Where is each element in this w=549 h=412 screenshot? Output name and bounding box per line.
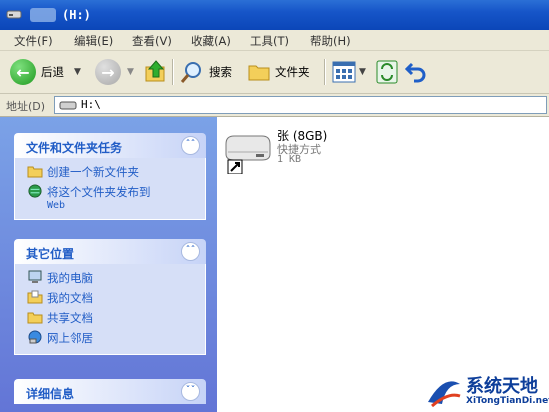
back-button[interactable]: ← 后退 ▼ xyxy=(10,57,81,87)
menu-tools[interactable]: 工具(T) xyxy=(250,33,289,49)
network-icon xyxy=(28,330,42,344)
search-button[interactable]: 搜索 xyxy=(180,57,232,87)
drive-icon xyxy=(59,101,77,110)
views-icon xyxy=(332,61,356,83)
blurred-title-part xyxy=(30,8,56,22)
tasks-panel-header[interactable]: 文件和文件夹任务 ˆˆ xyxy=(14,133,206,158)
views-button[interactable]: ▼ xyxy=(332,57,366,87)
place-network-label: 网上邻居 xyxy=(47,331,93,345)
address-input[interactable]: H:\ xyxy=(54,96,547,114)
task-pane: 文件和文件夹任务 ˆˆ 创建一个新文件夹 将这个文件夹发布到 Web 其它位置 … xyxy=(0,117,217,412)
folder-icon xyxy=(248,65,270,81)
menu-edit[interactable]: 编辑(E) xyxy=(74,33,113,49)
sync-icon xyxy=(376,60,398,84)
computer-icon xyxy=(28,270,42,283)
place-shared-documents[interactable]: 共享文档 xyxy=(27,310,197,326)
watermark-url: XiTongTianDi.net xyxy=(466,396,549,406)
task-new-folder[interactable]: 创建一个新文件夹 xyxy=(27,164,197,180)
place-my-computer[interactable]: 我的电脑 xyxy=(27,270,197,286)
places-panel-title: 其它位置 xyxy=(26,247,75,261)
menu-favorites[interactable]: 收藏(A) xyxy=(191,33,231,49)
address-value: H:\ xyxy=(81,98,101,111)
address-bar: 地址(D) H:\ xyxy=(0,94,549,117)
watermark-title: 系统天地 xyxy=(466,376,538,397)
undo-button[interactable] xyxy=(404,57,428,87)
tasks-panel-title: 文件和文件夹任务 xyxy=(26,141,123,155)
expand-icon[interactable]: ˇˇ xyxy=(181,382,200,401)
forward-button[interactable]: → ▼ xyxy=(95,57,134,87)
task-new-folder-label: 创建一个新文件夹 xyxy=(47,165,139,179)
place-my-documents-label: 我的文档 xyxy=(47,291,93,305)
toolbar-separator xyxy=(324,59,326,85)
back-dropdown-icon[interactable]: ▼ xyxy=(74,67,81,77)
shortcut-file-icon[interactable] xyxy=(222,128,272,177)
folders-button[interactable]: 文件夹 xyxy=(248,57,310,87)
tasks-panel-body: 创建一个新文件夹 将这个文件夹发布到 Web xyxy=(14,158,206,220)
title-bar: (H:) xyxy=(0,0,549,30)
task-publish-web-label: 将这个文件夹发布到 xyxy=(47,185,151,199)
folder-up-icon xyxy=(145,60,165,82)
file-size: 1 KB xyxy=(277,154,302,165)
folders-label: 文件夹 xyxy=(275,65,310,79)
undo-icon xyxy=(404,62,426,83)
details-panel: 详细信息 ˇˇ xyxy=(14,379,206,404)
place-shared-documents-label: 共享文档 xyxy=(47,311,93,325)
details-panel-header[interactable]: 详细信息 ˇˇ xyxy=(14,379,206,404)
place-my-documents[interactable]: 我的文档 xyxy=(27,290,197,306)
removable-drive-icon xyxy=(225,135,271,175)
collapse-icon[interactable]: ˆˆ xyxy=(181,242,200,261)
shared-folder-icon xyxy=(27,312,43,324)
forward-arrow-icon: → xyxy=(95,59,121,85)
task-publish-web-label-2: Web xyxy=(47,200,66,211)
up-button[interactable] xyxy=(144,57,168,87)
back-arrow-icon: ← xyxy=(10,59,36,85)
places-panel-body: 我的电脑 我的文档 共享文档 网上邻居 xyxy=(14,264,206,355)
place-network[interactable]: 网上邻居 xyxy=(27,330,197,346)
new-folder-icon xyxy=(27,166,43,178)
collapse-icon[interactable]: ˆˆ xyxy=(181,136,200,155)
menu-view[interactable]: 查看(V) xyxy=(132,33,172,49)
logo-icon xyxy=(428,381,461,408)
menu-help[interactable]: 帮助(H) xyxy=(310,33,351,49)
menu-bar: 文件(F) 编辑(E) 查看(V) 收藏(A) 工具(T) 帮助(H) xyxy=(0,30,549,51)
search-icon xyxy=(180,62,201,83)
views-dropdown-icon[interactable]: ▼ xyxy=(359,67,366,77)
drive-icon xyxy=(6,10,22,19)
details-panel-title: 详细信息 xyxy=(26,387,75,401)
toolbar-separator xyxy=(172,59,174,85)
place-my-computer-label: 我的电脑 xyxy=(47,271,93,285)
places-panel: 其它位置 ˆˆ 我的电脑 我的文档 共享文档 网上邻居 xyxy=(14,239,206,355)
forward-dropdown-icon[interactable]: ▼ xyxy=(127,67,134,77)
sync-button[interactable] xyxy=(376,57,398,87)
search-label: 搜索 xyxy=(209,65,232,79)
places-panel-header[interactable]: 其它位置 ˆˆ xyxy=(14,239,206,264)
address-label: 地址(D) xyxy=(6,100,46,113)
toolbar: ← 后退 ▼ → ▼ 搜索 文件夹 ▼ xyxy=(0,51,549,94)
tasks-panel: 文件和文件夹任务 ˆˆ 创建一个新文件夹 将这个文件夹发布到 Web xyxy=(14,133,206,220)
menu-file[interactable]: 文件(F) xyxy=(14,33,53,49)
task-publish-web[interactable]: 将这个文件夹发布到 Web xyxy=(27,184,197,211)
window-title: (H:) xyxy=(62,8,91,22)
globe-icon xyxy=(28,184,42,198)
documents-folder-icon xyxy=(27,290,43,304)
back-label: 后退 xyxy=(41,65,64,79)
